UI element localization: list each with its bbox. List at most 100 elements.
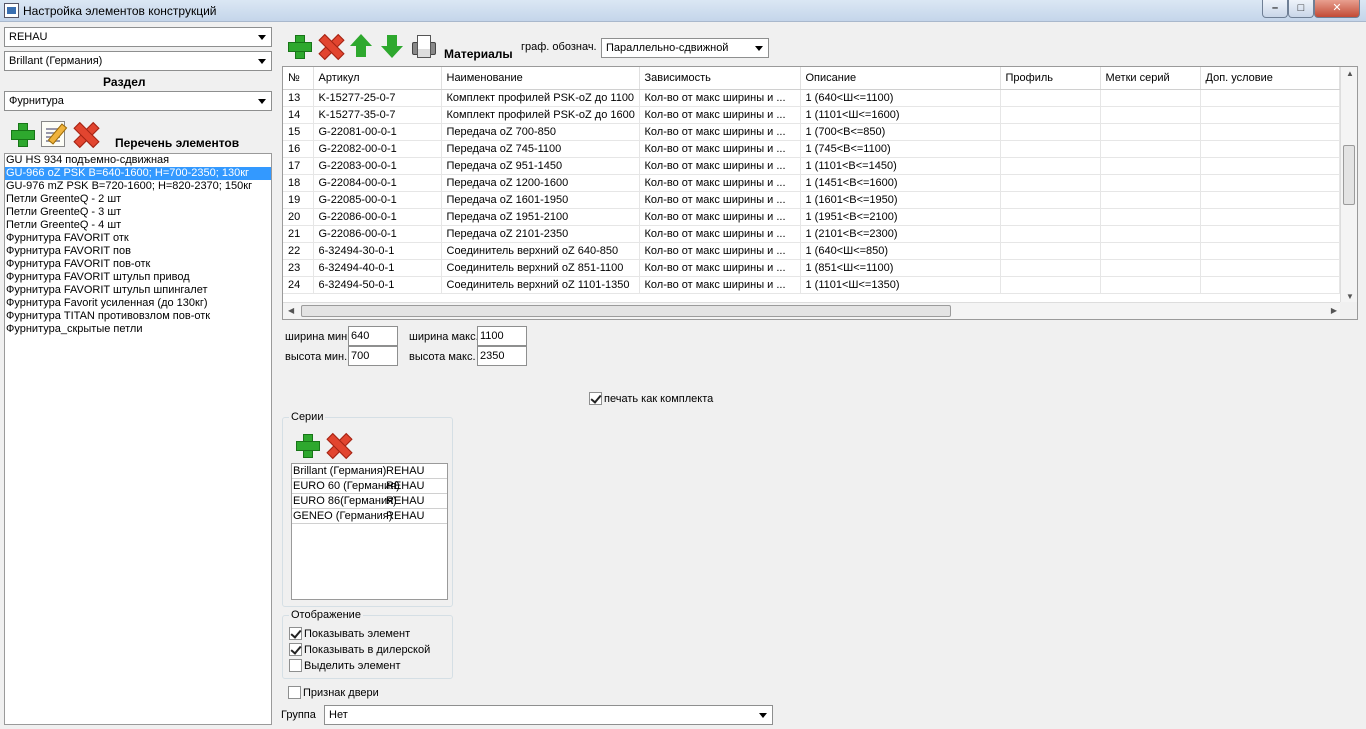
table-cell: 1 (1451<B<=1600)	[800, 174, 1001, 192]
table-cell: 1 (745<B<=1100)	[800, 140, 1001, 158]
group-value: Нет	[329, 709, 348, 721]
series-manufacturer: REHAU	[386, 510, 425, 522]
horizontal-scrollbar[interactable]: ◀ ▶	[283, 302, 1342, 319]
show-dealer-checkbox[interactable]	[289, 643, 302, 656]
list-item[interactable]: EURO 60 (Германия) REHAU	[292, 479, 447, 494]
list-item[interactable]: Фурнитура FAVORIT пов	[5, 245, 271, 258]
column-header[interactable]: Профиль	[1000, 67, 1101, 90]
width-min-input[interactable]: 640	[348, 326, 398, 346]
table-row[interactable]: 14 K-15277-35-0-7 Комплект профилей PSK-oZ…	[283, 106, 1340, 124]
table-cell: Кол-во от макс ширины и ...	[639, 225, 801, 243]
table-cell	[1200, 276, 1340, 294]
show-element-checkbox[interactable]	[289, 627, 302, 640]
width-max-input[interactable]: 1100	[477, 326, 527, 346]
table-row[interactable]: 17 G-22083-00-0-1 Передача oZ 951-1450 Кол-…	[283, 157, 1340, 175]
move-up-icon[interactable]	[348, 33, 374, 59]
add-element-icon[interactable]	[9, 121, 35, 147]
list-item[interactable]: Фурнитура FAVORIT отк	[5, 232, 271, 245]
table-cell: 1 (851<Ш<=1100)	[800, 259, 1001, 277]
vertical-scrollbar[interactable]: ▲ ▼	[1340, 67, 1357, 303]
scroll-thumb[interactable]	[301, 305, 951, 317]
table-cell: Комплект профилей PSK-oZ до 1100	[441, 89, 640, 107]
list-item[interactable]: Фурнитура FAVORIT пов-отк	[5, 258, 271, 271]
scroll-right-icon[interactable]: ▶	[1331, 306, 1337, 315]
table-row[interactable]: 13 K-15277-25-0-7 Комплект профилей PSK-oZ…	[283, 89, 1340, 107]
graph-symbol-select[interactable]: Параллельно-сдвижной	[601, 38, 769, 58]
table-row[interactable]: 23 6-32494-40-0-1 Соединитель верхний oZ 8…	[283, 259, 1340, 277]
scroll-up-icon[interactable]: ▲	[1346, 69, 1354, 78]
list-item[interactable]: Петли GreenteQ - 4 шт	[5, 219, 271, 232]
list-item[interactable]: GENEO (Германия) REHAU	[292, 509, 447, 524]
table-row[interactable]: 18 G-22084-00-0-1 Передача oZ 1200-1600 Кол…	[283, 174, 1340, 192]
maximize-button[interactable]: □	[1288, 0, 1314, 18]
scroll-down-icon[interactable]: ▼	[1346, 292, 1354, 301]
delete-element-icon[interactable]	[72, 121, 98, 147]
system-select[interactable]: Brillant (Германия)	[4, 51, 272, 71]
series-list[interactable]: Brillant (Германия) REHAU EURO 60 (Германи…	[291, 463, 448, 600]
scroll-thumb[interactable]	[1343, 145, 1355, 205]
height-max-input[interactable]: 2350	[477, 346, 527, 366]
print-kit-checkbox[interactable]	[589, 392, 602, 405]
delete-series-icon[interactable]	[325, 432, 351, 458]
elements-list[interactable]: GU HS 934 подъемно-сдвижная GU-966 oZ PSK…	[4, 153, 272, 725]
list-item[interactable]: GU-976 mZ PSK B=720-1600; H=820-2370; 15…	[5, 180, 271, 193]
list-item[interactable]: Фурнитура Favorit усиленная (до 130кг)	[5, 297, 271, 310]
table-row[interactable]: 24 6-32494-50-0-1 Соединитель верхний oZ 1…	[283, 276, 1340, 294]
table-cell	[1200, 140, 1340, 158]
list-item[interactable]: Фурнитура FAVORIT штульп привод	[5, 271, 271, 284]
table-row[interactable]: 15 G-22081-00-0-1 Передача oZ 700-850 Кол-в…	[283, 123, 1340, 141]
list-item[interactable]: GU-966 oZ PSK B=640-1600; H=700-2350; 13…	[5, 167, 271, 180]
list-item[interactable]: Фурнитура_скрытые петли	[5, 323, 271, 336]
printer-icon[interactable]	[410, 33, 436, 59]
table-cell: G-22083-00-0-1	[313, 157, 442, 175]
section-select[interactable]: Фурнитура	[4, 91, 272, 111]
materials-grid[interactable]: № Артикул Наименование Зависимость Описание П…	[282, 66, 1358, 320]
scroll-left-icon[interactable]: ◀	[288, 306, 294, 315]
column-header[interactable]: Артикул	[313, 67, 442, 90]
list-item[interactable]: GU HS 934 подъемно-сдвижная	[5, 154, 271, 167]
delete-material-icon[interactable]	[317, 33, 343, 59]
section-label: Раздел	[103, 75, 146, 89]
list-item[interactable]: Петли GreenteQ - 3 шт	[5, 206, 271, 219]
table-cell: Кол-во от макс ширины и ...	[639, 191, 801, 209]
column-header[interactable]: Доп. условие	[1200, 67, 1340, 90]
window-title: Настройка элементов конструкций	[23, 4, 217, 18]
table-row[interactable]: 21 G-22086-00-0-1 Передача oZ 2101-2350 Кол…	[283, 225, 1340, 243]
column-header[interactable]: Описание	[800, 67, 1001, 90]
column-header[interactable]: №	[283, 67, 314, 90]
manufacturer-select[interactable]: REHAU	[4, 27, 272, 47]
column-header[interactable]: Зависимость	[639, 67, 801, 90]
table-cell: Соединитель верхний oZ 640-850	[441, 242, 640, 260]
table-row[interactable]: 16 G-22082-00-0-1 Передача oZ 745-1100 Кол-…	[283, 140, 1340, 158]
list-item[interactable]: Фурнитура TITAN противовзлом пов-отк	[5, 310, 271, 323]
highlight-element-checkbox[interactable]	[289, 659, 302, 672]
table-cell: 1 (1601<B<=1950)	[800, 191, 1001, 209]
table-cell: 1 (1951<B<=2100)	[800, 208, 1001, 226]
table-row[interactable]: 20 G-22086-00-0-1 Передача oZ 1951-2100 Кол…	[283, 208, 1340, 226]
door-sign-label: Признак двери	[303, 687, 379, 699]
table-row[interactable]: 19 G-22085-00-0-1 Передача oZ 1601-1950 Кол…	[283, 191, 1340, 209]
table-cell: 22	[283, 242, 314, 260]
add-material-icon[interactable]	[286, 33, 312, 59]
list-item[interactable]: EURO 86(Германия) REHAU	[292, 494, 447, 509]
list-item[interactable]: Петли GreenteQ - 2 шт	[5, 193, 271, 206]
height-min-input[interactable]: 700	[348, 346, 398, 366]
move-down-icon[interactable]	[379, 33, 405, 59]
table-cell: G-22086-00-0-1	[313, 225, 442, 243]
edit-element-icon[interactable]	[41, 121, 65, 147]
add-series-icon[interactable]	[294, 432, 320, 458]
chevron-down-icon	[255, 54, 269, 68]
minimize-button[interactable]: –	[1262, 0, 1288, 18]
table-cell: G-22082-00-0-1	[313, 140, 442, 158]
list-item[interactable]: Фурнитура FAVORIT штульп шпингалет	[5, 284, 271, 297]
column-header[interactable]: Наименование	[441, 67, 640, 90]
group-select[interactable]: Нет	[324, 705, 773, 725]
column-header[interactable]: Метки серий	[1100, 67, 1201, 90]
close-button[interactable]: ✕	[1314, 0, 1360, 18]
table-cell: 23	[283, 259, 314, 277]
table-row[interactable]: 22 6-32494-30-0-1 Соединитель верхний oZ 6…	[283, 242, 1340, 260]
table-cell: 20	[283, 208, 314, 226]
door-sign-checkbox[interactable]	[288, 686, 301, 699]
list-item[interactable]: Brillant (Германия) REHAU	[292, 464, 447, 479]
manufacturer-value: REHAU	[9, 31, 48, 43]
